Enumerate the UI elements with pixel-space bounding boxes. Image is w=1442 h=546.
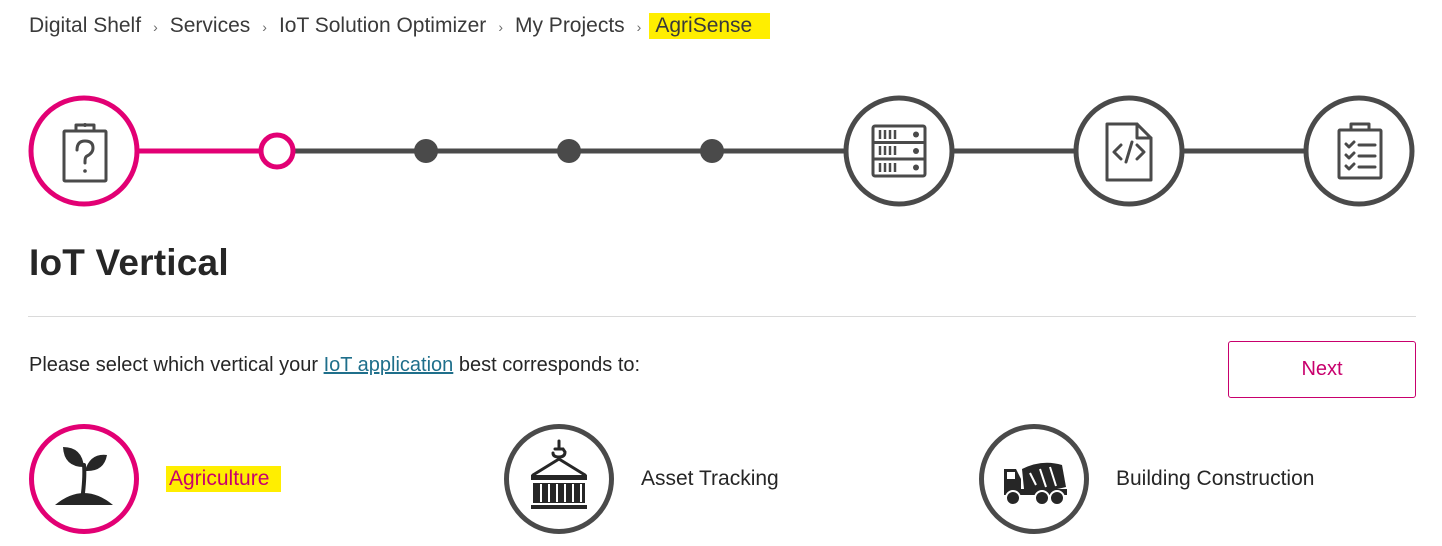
breadcrumb-current-project: AgriSense xyxy=(649,13,771,39)
breadcrumb: Digital Shelf › Services › IoT Solution … xyxy=(29,12,771,40)
vertical-option-agriculture[interactable]: Agriculture xyxy=(28,421,282,536)
cement-mixer-truck-icon xyxy=(979,423,1089,534)
progress-stepper xyxy=(28,95,1415,207)
sub-step-dot[interactable] xyxy=(557,139,581,163)
breadcrumb-separator: › xyxy=(636,19,642,35)
prompt-text-end: best corresponds to: xyxy=(453,354,641,376)
iot-application-link[interactable]: IoT application xyxy=(324,354,454,376)
step-code[interactable] xyxy=(1073,95,1185,207)
vertical-label-building-construction: Building Construction xyxy=(1116,466,1315,490)
step-infrastructure[interactable] xyxy=(843,95,955,207)
divider xyxy=(28,316,1416,317)
breadcrumb-separator: › xyxy=(153,19,158,35)
sub-step-current[interactable] xyxy=(258,132,296,170)
breadcrumb-separator: › xyxy=(262,19,267,35)
breadcrumb-services[interactable]: Services xyxy=(170,14,251,38)
step-summary[interactable] xyxy=(1303,95,1415,207)
breadcrumb-digital-shelf[interactable]: Digital Shelf xyxy=(29,14,141,38)
vertical-label-asset-tracking: Asset Tracking xyxy=(641,466,779,490)
next-button[interactable]: Next xyxy=(1228,341,1416,398)
vertical-prompt: Please select which vertical your IoT ap… xyxy=(29,354,640,377)
sub-step-dot[interactable] xyxy=(700,139,724,163)
sub-step-dot[interactable] xyxy=(414,139,438,163)
plant-sprout-icon xyxy=(29,423,139,534)
vertical-label-agriculture: Agriculture xyxy=(166,465,282,492)
vertical-option-building-construction[interactable]: Building Construction xyxy=(978,421,1314,536)
step-questionnaire[interactable] xyxy=(28,95,140,207)
prompt-text: Please select which vertical your xyxy=(29,354,324,376)
breadcrumb-separator: › xyxy=(498,19,503,35)
page-title: IoT Vertical xyxy=(29,242,229,283)
breadcrumb-my-projects[interactable]: My Projects xyxy=(515,14,625,38)
vertical-option-asset-tracking[interactable]: Asset Tracking xyxy=(503,421,779,536)
breadcrumb-iot-solution-optimizer[interactable]: IoT Solution Optimizer xyxy=(279,14,486,38)
crane-container-icon xyxy=(504,423,614,534)
